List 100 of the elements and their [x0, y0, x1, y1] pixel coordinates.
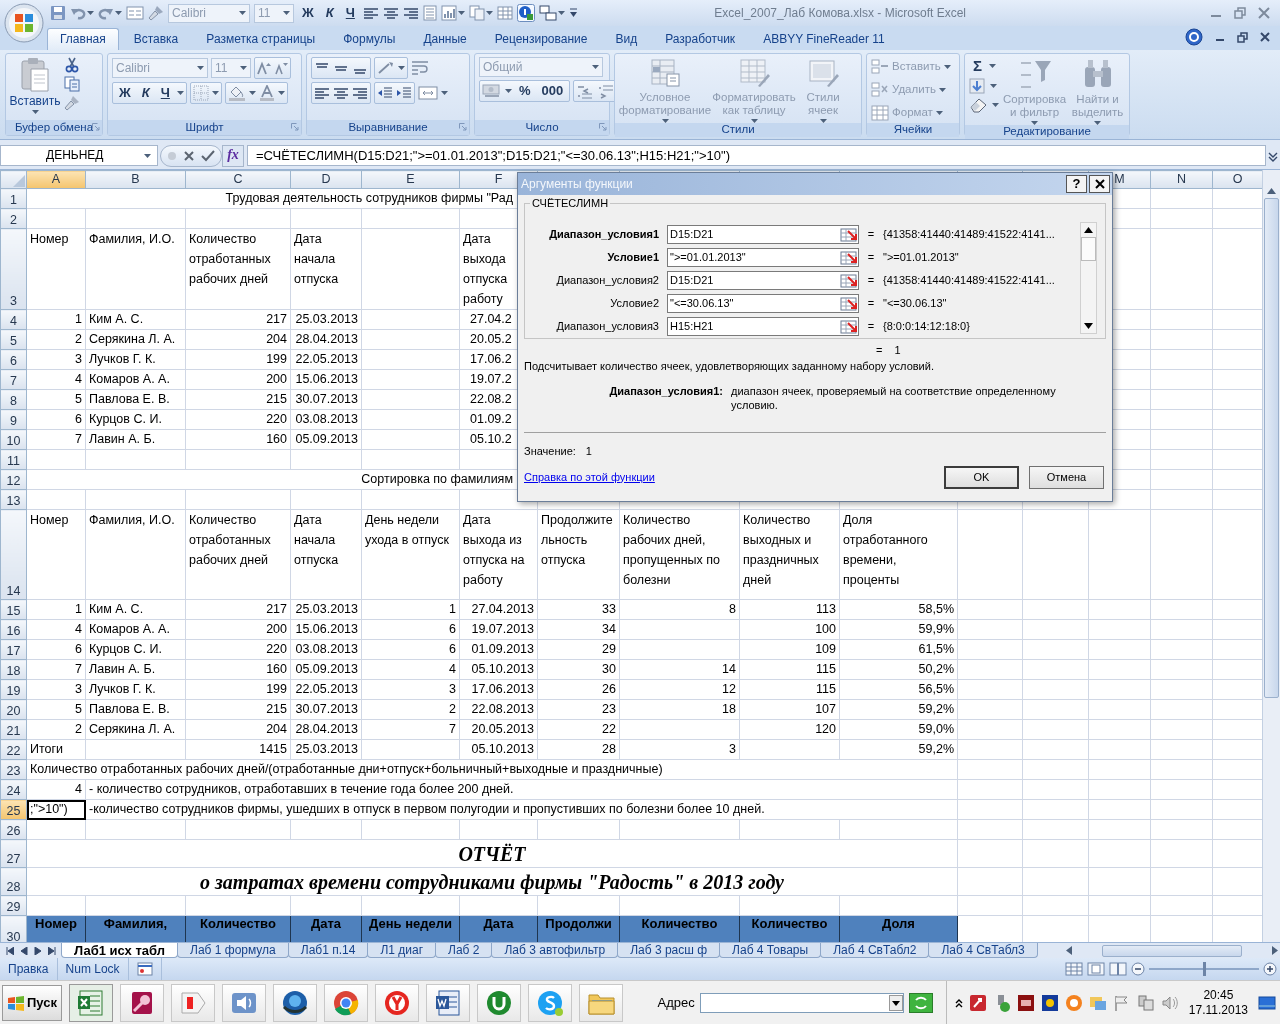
column-header[interactable]: A	[26, 170, 86, 189]
row-header[interactable]: 30	[0, 915, 27, 942]
row-header[interactable]: 29	[0, 895, 27, 916]
underline-button[interactable]: Ч	[156, 85, 174, 101]
orientation-icon[interactable]	[377, 61, 395, 75]
increase-decimal-icon[interactable]	[576, 83, 595, 99]
layout-icon[interactable]	[538, 5, 557, 21]
argument-field[interactable]: "<=30.06.13"	[667, 294, 859, 313]
sheet-tab[interactable]: Лаб 3 автофильтр	[491, 943, 619, 958]
cancel-icon[interactable]	[183, 149, 195, 162]
ribbon-tab[interactable]: Данные	[410, 27, 480, 50]
restore-icon[interactable]	[1237, 31, 1248, 43]
row-header[interactable]: 2	[0, 208, 27, 229]
row-header[interactable]: 19	[0, 679, 27, 700]
italic-button[interactable]: К	[137, 85, 154, 101]
sheet-tab[interactable]: Лаб 4 Товары	[719, 943, 822, 958]
row-header[interactable]: 22	[0, 739, 27, 760]
bold-button[interactable]: Ж	[115, 85, 135, 101]
row-header[interactable]: 1	[0, 188, 27, 209]
scroll-right-icon[interactable]	[1272, 946, 1278, 955]
range-picker-icon[interactable]	[840, 273, 858, 288]
scroll-up-icon[interactable]	[1084, 227, 1093, 233]
eraser-icon[interactable]	[969, 97, 989, 113]
restore-icon[interactable]	[1234, 7, 1246, 19]
ribbon-tab[interactable]: Разработчик	[652, 27, 749, 50]
macro-record-icon[interactable]	[136, 962, 153, 976]
ribbon-tab[interactable]: ABBYY FineReader 11	[750, 27, 898, 50]
go-icon[interactable]	[908, 992, 933, 1013]
argument-field[interactable]: H15:H21	[667, 317, 859, 336]
percent-button[interactable]: %	[515, 83, 535, 99]
column-header[interactable]: B	[85, 170, 186, 189]
address-field[interactable]	[699, 992, 904, 1013]
column-header[interactable]: N	[1150, 170, 1213, 189]
wrap-text-icon[interactable]	[411, 60, 429, 76]
row-header[interactable]: 18	[0, 659, 27, 680]
name-box[interactable]: ДЕНЬНЕД	[0, 145, 158, 166]
customize-icon[interactable]	[568, 8, 578, 18]
argument-field[interactable]: ">=01.01.2013"	[667, 248, 859, 267]
ribbon-tab[interactable]: Разметка страницы	[193, 27, 329, 50]
scroll-thumb[interactable]	[1102, 944, 1242, 957]
row-header[interactable]: 7	[0, 369, 27, 390]
zoom-out-icon[interactable]	[1131, 962, 1145, 976]
office-button[interactable]	[3, 2, 45, 44]
sheet-tab[interactable]: Л1 диаг	[367, 943, 437, 958]
row-header[interactable]: 9	[0, 409, 27, 430]
ribbon-tab[interactable]: Главная	[47, 27, 119, 50]
taskbar-button[interactable]	[273, 983, 317, 1022]
scroll-thumb[interactable]	[1264, 198, 1279, 698]
decrease-indent-icon[interactable]	[377, 86, 393, 100]
increase-indent-icon[interactable]	[396, 86, 412, 100]
copy-icon[interactable]	[468, 5, 485, 21]
info-icon[interactable]	[516, 4, 535, 22]
page-layout-icon[interactable]	[1087, 962, 1105, 976]
column-header[interactable]: O	[1212, 170, 1262, 189]
next-sheet-icon[interactable]	[34, 946, 42, 955]
argument-field[interactable]: D15:D21	[667, 225, 859, 244]
help-button[interactable]: ?	[1066, 175, 1087, 193]
ring-logo-icon[interactable]	[1064, 993, 1083, 1012]
page-break-icon[interactable]	[1109, 962, 1127, 976]
sheet-tab[interactable]: Лаб1 исх табл	[61, 943, 178, 958]
brush-icon[interactable]	[148, 5, 164, 21]
row-header[interactable]: 26	[0, 819, 27, 840]
row-header[interactable]: 14	[0, 509, 27, 600]
scroll-down-icon[interactable]	[1084, 323, 1093, 329]
sheet-tab[interactable]: Лаб 4 СвТабл2	[820, 943, 930, 958]
autosum-button[interactable]: Σ	[969, 57, 986, 75]
column-header[interactable]: C	[185, 170, 291, 189]
row-header[interactable]: 6	[0, 349, 27, 370]
row-header[interactable]: 28	[0, 867, 27, 896]
start-button[interactable]: Пуск	[2, 984, 62, 1021]
row-header[interactable]: 16	[0, 619, 27, 640]
sheet-tab[interactable]: Лаб1 п.14	[287, 943, 369, 958]
normal-view-icon[interactable]	[1065, 962, 1083, 976]
insert-function-button[interactable]: fx	[222, 144, 244, 167]
thousands-button[interactable]: 000	[537, 83, 568, 99]
format-painter-icon[interactable]	[64, 95, 80, 111]
shrink-font-icon[interactable]	[274, 61, 288, 75]
bold-button[interactable]: Ж	[298, 5, 318, 21]
row-header[interactable]: 3	[0, 228, 27, 310]
font-color-icon[interactable]	[258, 85, 275, 101]
ribbon-tab[interactable]: Вставка	[120, 27, 192, 50]
save-icon[interactable]	[50, 5, 66, 21]
help-link[interactable]: Справка по этой функции	[524, 470, 655, 485]
align-center-icon[interactable]	[382, 6, 399, 20]
currency-icon[interactable]	[482, 83, 502, 99]
row-header[interactable]: 27	[0, 839, 27, 868]
grow-font-icon[interactable]	[257, 61, 271, 75]
argument-field[interactable]: D15:D21	[667, 271, 859, 290]
close-icon[interactable]	[1260, 32, 1270, 42]
first-sheet-icon[interactable]	[6, 946, 14, 955]
italic-button[interactable]: К	[321, 5, 338, 21]
column-header[interactable]: D	[290, 170, 362, 189]
sheet-tab[interactable]: Лаб 3 расш ф	[617, 943, 721, 958]
row-header[interactable]: 8	[0, 389, 27, 410]
chart-icon[interactable]	[440, 5, 457, 21]
align-center-icon[interactable]	[333, 86, 349, 100]
row-header[interactable]: 5	[0, 329, 27, 350]
sheet-tab[interactable]: Лаб 1 формула	[177, 943, 289, 958]
fill-down-icon[interactable]	[969, 78, 987, 94]
range-picker-icon[interactable]	[840, 227, 858, 242]
